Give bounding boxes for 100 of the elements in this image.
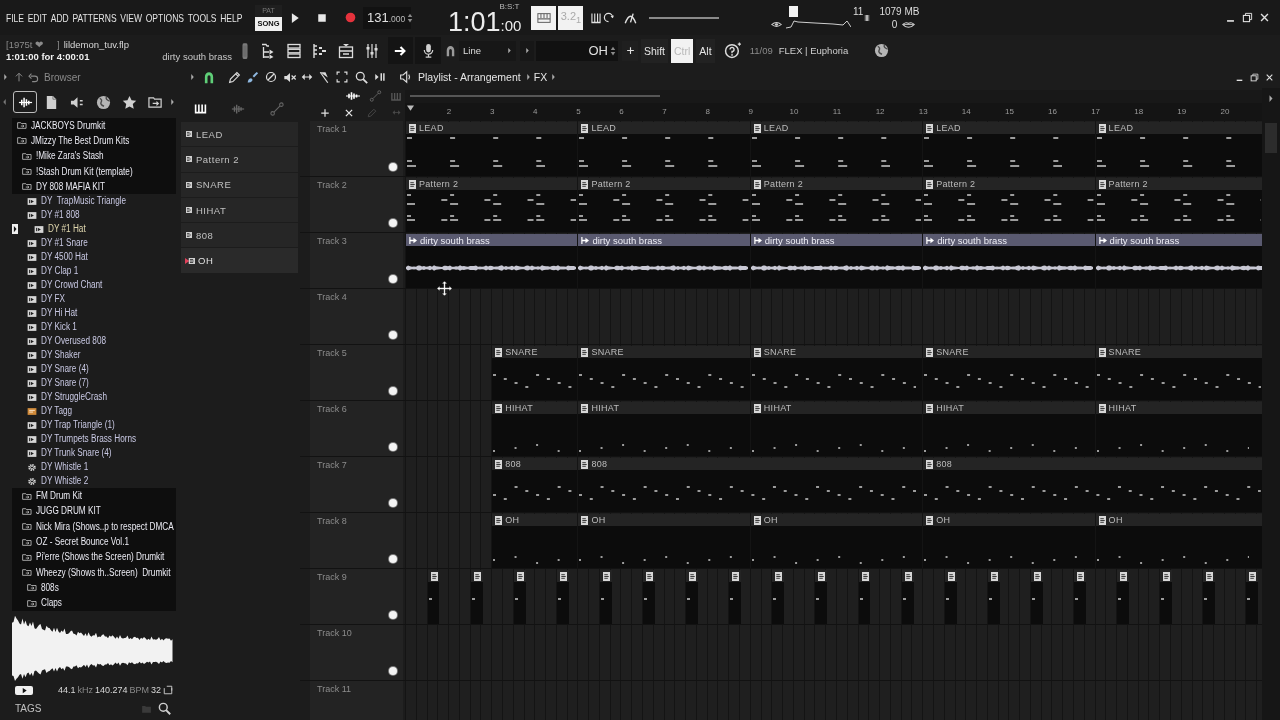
record-icon[interactable] <box>345 12 356 23</box>
pattern-clip[interactable]: Pattern 2 <box>578 178 750 232</box>
pattern-clip[interactable] <box>1117 570 1130 624</box>
plugin-picker-button[interactable] <box>388 37 413 64</box>
pattern-clip[interactable]: SNARE <box>578 346 750 400</box>
track-header[interactable]: Track 6 <box>310 401 403 456</box>
slice-icon[interactable] <box>318 70 330 84</box>
waveform-icon[interactable] <box>345 90 361 102</box>
sample-item[interactable]: DY Overused 808 <box>12 334 176 349</box>
spin-arrows-icon[interactable] <box>407 12 414 23</box>
pattern-clip[interactable]: LEAD <box>750 122 923 176</box>
sample-item[interactable]: DY Kick 1 <box>12 320 176 335</box>
track-lane[interactable]: SNARE SNARE SNARE SNARE SNARE <box>405 345 1262 400</box>
folder-item[interactable]: FM Drum Kit <box>12 488 176 504</box>
pattern-clip[interactable]: LEAD <box>923 122 1095 176</box>
track-lane[interactable]: HIHAT HIHAT HIHAT HIHAT HIHAT <box>405 401 1262 456</box>
horizontal-scrollbar[interactable] <box>405 90 1262 103</box>
pattern-clip[interactable]: OH <box>492 514 578 568</box>
modifier-key[interactable]: Alt <box>696 38 715 63</box>
sample-item[interactable]: DY Shaker <box>12 348 176 363</box>
pattern-clip[interactable]: OH <box>1095 514 1262 568</box>
menu-item[interactable]: VIEW <box>120 10 142 25</box>
pattern-clip[interactable]: 808 <box>578 458 923 512</box>
folder-item[interactable]: OZ - Secret Bounce Vol.1 <box>12 534 176 550</box>
folder-item[interactable]: JACKBOYS Drumkit <box>12 118 176 134</box>
pattern-clip[interactable]: HIHAT <box>750 402 923 456</box>
magnet-icon[interactable] <box>203 70 215 84</box>
sample-item[interactable]: DY StruggleCrash <box>12 390 176 405</box>
preset-item[interactable]: DY Whistle 2 <box>12 474 176 489</box>
sample-item[interactable]: DY Snare (7) <box>12 376 176 391</box>
pattern-clip[interactable]: SNARE <box>923 346 1095 400</box>
spin-arrows-icon[interactable] <box>610 45 616 56</box>
pattern-clip[interactable] <box>815 570 828 624</box>
sample-item[interactable]: DY Hi Hat <box>12 306 176 321</box>
restore-icon[interactable] <box>1242 12 1253 23</box>
pattern-clip[interactable]: OH <box>923 514 1095 568</box>
caret-icon[interactable] <box>3 73 8 81</box>
pattern-clip[interactable]: LEAD <box>406 122 578 176</box>
pattern-clip[interactable]: HIHAT <box>578 402 750 456</box>
pattern-clip[interactable] <box>1030 570 1043 624</box>
pattern-item[interactable]: 808 <box>181 223 298 248</box>
modifier-key[interactable]: Shift <box>641 38 668 63</box>
vertical-scrollbar[interactable] <box>1262 88 1280 720</box>
audio-clip[interactable]: dirty south brass <box>750 234 923 288</box>
pattern-clip[interactable]: HIHAT <box>492 402 578 456</box>
pattern-clip[interactable] <box>470 570 483 624</box>
sample-item[interactable]: DY FX <box>12 292 176 307</box>
track-header[interactable]: Track 10 <box>310 625 403 680</box>
magnet-icon[interactable] <box>445 44 456 57</box>
audio-clip[interactable]: dirty south brass <box>406 234 578 288</box>
loop-icon[interactable] <box>603 12 615 23</box>
automation-icon[interactable] <box>369 90 382 102</box>
close-icon[interactable] <box>343 107 354 118</box>
folder-item[interactable]: JMizzy The Best Drum Kits <box>12 133 176 149</box>
close-icon[interactable] <box>1265 72 1274 82</box>
pattern-clip[interactable] <box>643 570 655 624</box>
pattern-clip[interactable] <box>556 570 569 624</box>
audio-clip[interactable]: dirty south brass <box>578 234 750 288</box>
select-icon[interactable] <box>336 71 348 83</box>
pattern-clip[interactable]: Pattern 2 <box>750 178 923 232</box>
track-enable-toggle[interactable] <box>389 555 397 563</box>
pattern-clip[interactable]: 808 <box>492 458 578 512</box>
sample-item[interactable]: DY #1 808 <box>12 208 176 223</box>
menu-item[interactable]: OPTIONS <box>145 10 185 25</box>
preview-play-button[interactable] <box>15 685 33 695</box>
undo-icon[interactable] <box>28 71 39 83</box>
track-enable-toggle[interactable] <box>389 331 397 339</box>
pattern-clip[interactable]: Pattern 2 <box>1095 178 1262 232</box>
pattern-item[interactable]: SNARE <box>181 172 298 197</box>
pattern-clip[interactable]: HIHAT <box>923 402 1095 456</box>
pattern-clip[interactable]: Pattern 2 <box>406 178 578 232</box>
pattern-menu-button[interactable] <box>520 40 534 61</box>
sample-item[interactable]: DY Crowd Chant <box>12 278 176 293</box>
track-lane[interactable]: Pattern 2 Pattern 2 Pattern 2 Pattern 2 Pattern 2 <box>405 177 1262 232</box>
menu-item[interactable]: HELP <box>220 10 243 25</box>
track-lane[interactable]: dirty south brass dirty south brass dirty south brass dirty south brass dirty south brass <box>405 233 1262 288</box>
menu-item[interactable]: FILE <box>6 10 24 25</box>
plus-icon[interactable] <box>320 107 330 118</box>
globe-icon[interactable] <box>874 43 890 58</box>
folder-item[interactable]: Nick Mira (Shows..p to respect DMCA <box>12 519 176 535</box>
track-header[interactable]: Track 3 <box>310 233 403 288</box>
playlist-icon[interactable] <box>260 42 276 59</box>
song-start-marker-icon[interactable] <box>407 105 414 111</box>
menu-item[interactable]: TOOLS <box>187 10 217 25</box>
pattern-item[interactable]: HIHAT <box>181 197 298 223</box>
piano-roll-icon[interactable] <box>312 42 328 59</box>
track-header[interactable]: Track 7 <box>310 457 403 512</box>
menu-item[interactable]: PATTERNS <box>72 10 117 25</box>
menu-item[interactable]: EDIT <box>27 10 48 25</box>
delete-icon[interactable] <box>265 71 277 83</box>
timeline-ruler[interactable]: 2 3 4 5 6 7 8 9 10 11 12 13 14 15 16 17 18 19 20 <box>405 103 1262 121</box>
pattern-clip[interactable] <box>1074 570 1086 624</box>
pattern-clip[interactable]: SNARE <box>1095 346 1262 400</box>
browser-tab[interactable] <box>13 91 37 113</box>
sample-item[interactable]: DY Trumpets Brass Horns <box>12 432 176 447</box>
track-enable-toggle[interactable] <box>389 387 397 395</box>
sample-item[interactable]: DY #1 Hat <box>12 222 176 237</box>
pattern-clip[interactable]: SNARE <box>750 346 923 400</box>
browser-icon[interactable] <box>338 42 354 59</box>
folder-item[interactable]: 808s <box>12 580 176 596</box>
